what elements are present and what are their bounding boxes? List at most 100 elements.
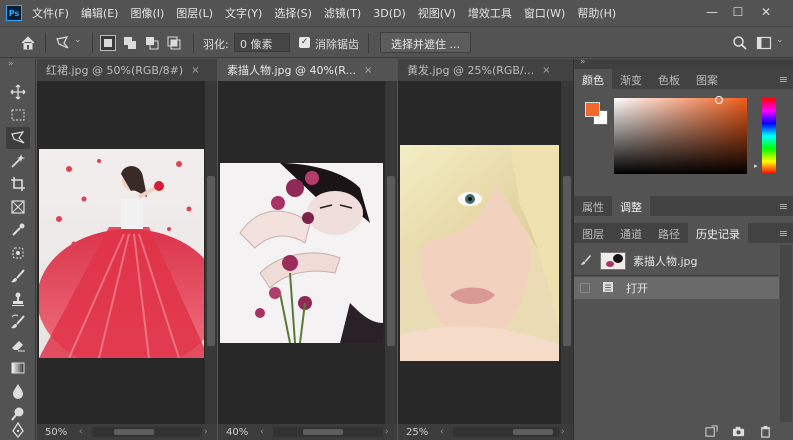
horizontal-scrollbar[interactable] [273, 427, 383, 437]
tool-preset-chevron-icon[interactable]: ⌄ [74, 35, 84, 51]
menu-3d[interactable]: 3D(D) [373, 7, 406, 20]
menu-bar: Ps 文件(F) 编辑(E) 图像(I) 图层(L) 文字(Y) 选择(S) 滤… [0, 0, 793, 26]
history-scrollbar[interactable] [780, 245, 792, 422]
hue-slider[interactable] [762, 98, 776, 174]
blonde-image [400, 145, 559, 361]
polygon-lasso-icon[interactable] [6, 127, 30, 149]
doc-tab-red-dress[interactable]: 红裙.jpg @ 50%(RGB/8#) × [37, 59, 217, 81]
zoom-level[interactable]: 40% [218, 427, 258, 438]
menu-filter[interactable]: 滤镜(T) [324, 5, 361, 21]
collapse-panels-icon[interactable]: » [580, 57, 586, 67]
tab-channels[interactable]: 通道 [612, 223, 650, 243]
menu-window[interactable]: 窗口(W) [524, 5, 565, 21]
panel-menu-icon[interactable]: ≡ [779, 200, 788, 213]
menu-help[interactable]: 帮助(H) [577, 5, 616, 21]
canvas-area[interactable] [218, 81, 385, 424]
healing-icon[interactable] [6, 242, 30, 264]
horizontal-scrollbar[interactable] [92, 427, 202, 437]
vertical-scrollbar[interactable] [205, 81, 217, 424]
scroll-right-icon[interactable]: › [561, 427, 565, 437]
maximize-button[interactable]: ☐ [726, 3, 750, 21]
panel-menu-icon[interactable]: ≡ [779, 73, 788, 86]
menu-edit[interactable]: 编辑(E) [81, 5, 119, 21]
zoom-level[interactable]: 50% [37, 427, 77, 438]
tab-adjustments[interactable]: 调整 [612, 196, 650, 216]
minimize-button[interactable]: — [700, 3, 724, 21]
color-picker-handle[interactable] [715, 96, 723, 104]
color-field[interactable] [614, 96, 747, 174]
eraser-icon[interactable] [6, 334, 30, 356]
tab-swatches[interactable]: 色板 [650, 69, 688, 89]
tab-history[interactable]: 历史记录 [688, 223, 748, 243]
doc-tab-blonde[interactable]: 黄发.jpg @ 25%(RGB/... × [398, 59, 573, 81]
history-state-open[interactable]: 打开 [574, 277, 779, 299]
antialias-checkbox[interactable]: ✓ [299, 37, 310, 48]
pen-icon[interactable] [6, 421, 30, 439]
workspace-icon[interactable] [756, 35, 772, 51]
eyedropper-icon[interactable] [6, 219, 30, 241]
menu-plugins[interactable]: 增效工具 [468, 5, 512, 21]
move-icon[interactable] [6, 81, 30, 103]
search-icon[interactable] [732, 35, 748, 51]
menu-view[interactable]: 视图(V) [418, 5, 456, 21]
subtract-selection-button[interactable] [144, 35, 160, 51]
history-snapshot[interactable]: 素描人物.jpg [574, 250, 779, 272]
scroll-right-icon[interactable]: › [204, 427, 208, 437]
frame-icon[interactable] [6, 196, 30, 218]
collapse-toolbar-icon[interactable]: » [8, 59, 14, 69]
history-brush-source-icon[interactable] [580, 254, 600, 269]
brush-icon[interactable] [6, 265, 30, 287]
canvas-area[interactable] [37, 81, 205, 424]
doc-tab-title: 素描人物.jpg @ 40%(R... [227, 64, 356, 77]
gradient-icon[interactable] [6, 357, 30, 379]
add-selection-button[interactable] [122, 35, 138, 51]
home-icon[interactable] [20, 35, 36, 51]
menu-type[interactable]: 文字(Y) [225, 5, 262, 21]
close-button[interactable]: ✕ [754, 3, 778, 21]
workspace-chevron-icon[interactable]: ⌄ [776, 35, 786, 51]
stamp-icon[interactable] [6, 288, 30, 310]
canvas-area[interactable] [398, 81, 561, 424]
marquee-icon[interactable] [6, 104, 30, 126]
new-document-from-state-icon[interactable] [702, 422, 720, 440]
intersect-selection-button[interactable] [166, 35, 182, 51]
feather-input[interactable]: 0 像素 [234, 33, 290, 52]
vertical-scrollbar[interactable] [561, 81, 573, 424]
tab-patterns[interactable]: 图案 [688, 69, 726, 89]
close-tab-icon[interactable]: × [191, 65, 199, 76]
select-and-mask-button[interactable]: 选择并遮住 ... [380, 32, 471, 53]
scroll-left-icon[interactable]: ‹ [260, 427, 264, 437]
panel-menu-icon[interactable]: ≡ [779, 227, 788, 240]
hue-slider-arrow-icon[interactable]: ▸ [754, 162, 758, 170]
lasso-icon[interactable] [55, 35, 71, 51]
blur-icon[interactable] [6, 380, 30, 402]
new-selection-button[interactable] [100, 35, 116, 51]
magic-wand-icon[interactable] [6, 150, 30, 172]
horizontal-scrollbar[interactable] [453, 427, 559, 437]
tab-properties[interactable]: 属性 [574, 196, 612, 216]
crop-icon[interactable] [6, 173, 30, 195]
tools-panel: » [0, 59, 36, 440]
tab-color[interactable]: 颜色 [574, 69, 612, 89]
menu-file[interactable]: 文件(F) [32, 5, 69, 21]
document-icon [602, 281, 614, 296]
doc-tab-sketch-portrait[interactable]: 素描人物.jpg @ 40%(R... × [218, 59, 397, 81]
menu-layer[interactable]: 图层(L) [176, 5, 213, 21]
tab-gradients[interactable]: 渐变 [612, 69, 650, 89]
tab-layers[interactable]: 图层 [574, 223, 612, 243]
scroll-right-icon[interactable]: › [385, 427, 389, 437]
foreground-color-swatch[interactable] [585, 102, 600, 117]
zoom-level[interactable]: 25% [398, 427, 438, 438]
menu-image[interactable]: 图像(I) [130, 5, 164, 21]
trash-icon[interactable] [756, 422, 774, 440]
tab-paths[interactable]: 路径 [650, 223, 688, 243]
camera-icon[interactable] [729, 422, 747, 440]
scroll-left-icon[interactable]: ‹ [79, 427, 83, 437]
close-tab-icon[interactable]: × [364, 65, 372, 76]
history-brush-icon[interactable] [6, 311, 30, 333]
vertical-scrollbar[interactable] [385, 81, 397, 424]
history-source-checkbox[interactable] [580, 283, 590, 293]
close-tab-icon[interactable]: × [542, 65, 550, 76]
scroll-left-icon[interactable]: ‹ [440, 427, 444, 437]
menu-select[interactable]: 选择(S) [274, 5, 312, 21]
